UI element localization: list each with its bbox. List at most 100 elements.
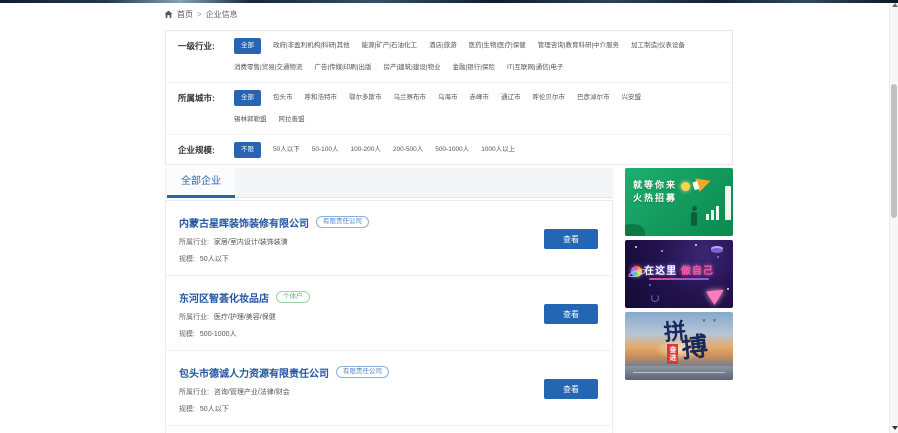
scroll-up-arrow[interactable] [892, 3, 898, 7]
bulb-icon [681, 182, 690, 191]
stars-decor [635, 246, 637, 248]
filter-label-city: 所属城市: [178, 90, 234, 128]
ufo-icon [711, 248, 723, 253]
filter-option[interactable]: 1000人以上 [481, 142, 515, 158]
filter-option[interactable]: 酒店|旅游 [429, 38, 457, 54]
filter-options-scale: 不限 50人以下 50-100人 100-200人 200-500人 500-1000人… [234, 142, 720, 158]
company-info: 内蒙古星晖装饰装修有限公司 有限责任公司 所属行业: 家居/室内设计/装饰装潢 … [179, 215, 544, 264]
red-seal-label: 奋进 [667, 344, 678, 364]
scale-value: 50人以下 [200, 256, 229, 263]
filter-option[interactable]: 加工制造|仪表设备 [631, 38, 685, 54]
company-scale-line: 规模: 500-1000人 [179, 329, 544, 339]
industry-value: 医疗/护理/美容/保健 [214, 314, 276, 321]
filter-option[interactable]: 呼和浩特市 [305, 90, 338, 106]
company-type-badge: 有限责任公司 [336, 366, 389, 378]
plant-shape [625, 224, 645, 236]
filter-option[interactable]: 赤峰市 [470, 90, 490, 106]
filter-option[interactable]: 乌海市 [438, 90, 458, 106]
industry-label: 所属行业: [179, 389, 209, 396]
filter-option[interactable]: 巴彦淖尔市 [577, 90, 610, 106]
company-industry-line: 所属行业: 咨询/管理产业/法律/财会 [179, 387, 544, 397]
filter-option[interactable]: 乌兰察布市 [394, 90, 427, 106]
home-icon [164, 10, 173, 19]
view-company-button[interactable]: 查看 [544, 304, 598, 324]
person-figure [691, 212, 697, 226]
filter-option[interactable]: 鄂尔多斯市 [349, 90, 382, 106]
industry-label: 所属行业: [179, 314, 209, 321]
filter-option-selected[interactable]: 全部 [234, 38, 261, 54]
filter-option[interactable]: 100-200人 [350, 142, 380, 158]
company-row: 包头市德诚人力资源有限责任公司 有限责任公司 所属行业: 咨询/管理产业/法律/… [166, 351, 612, 426]
banner-rail: 就等你来 火热招募 在这里 做自己 拼 [625, 168, 733, 384]
filter-option[interactable]: 锡林郭勒盟 [234, 112, 267, 128]
industry-value: 咨询/管理产业/法律/财会 [214, 389, 290, 396]
company-industry-line: 所属行业: 家居/室内设计/装饰装潢 [179, 237, 544, 247]
filter-option[interactable]: 500-1000人 [435, 142, 469, 158]
company-type-badge: 有限责任公司 [316, 216, 369, 228]
filter-option[interactable]: 50-100人 [312, 142, 339, 158]
company-type-badge: 个体户 [276, 291, 310, 303]
filter-option[interactable]: 阿拉善盟 [279, 112, 305, 128]
scale-label: 规模: [179, 256, 195, 263]
scale-value: 50人以下 [200, 406, 229, 413]
filter-option[interactable]: 200-500人 [393, 142, 423, 158]
filter-option[interactable]: 50人以下 [273, 142, 300, 158]
company-info: 东河区智荟化妆品店 个体户 所属行业: 医疗/护理/美容/保健 规模: 500-… [179, 290, 544, 339]
tab-all-companies[interactable]: 全部企业 [167, 168, 235, 198]
page: 首页 > 企业信息 一级行业: 全部 政府|非盈利机构|科研|其他能源|矿产|石… [0, 0, 898, 433]
filter-option-selected[interactable]: 不限 [234, 142, 261, 158]
company-row: 东河区智荟化妆品店 个体户 所属行业: 医疗/护理/美容/保健 规模: 500-… [166, 276, 612, 351]
view-company-button[interactable]: 查看 [544, 229, 598, 249]
filter-row-industry: 一级行业: 全部 政府|非盈利机构|科研|其他能源|矿产|石油化工酒店|旅游医药… [166, 31, 732, 83]
company-name-link[interactable]: 内蒙古星晖装饰装修有限公司 [179, 215, 309, 230]
company-row: 内蒙古星晖装饰装修有限公司 有限责任公司 所属行业: 家居/室内设计/装饰装潢 … [166, 201, 612, 276]
chart-bars-icon [706, 206, 719, 220]
megaphone-icon [695, 174, 713, 192]
banner-recruitment[interactable]: 就等你来 火热招募 [625, 168, 733, 236]
filter-option[interactable]: 房产|建筑|建设|物业 [383, 60, 440, 76]
filter-option[interactable]: 呼伦贝尔市 [533, 90, 566, 106]
company-info: 包头市德诚人力资源有限责任公司 有限责任公司 所属行业: 咨询/管理产业/法律/… [179, 365, 544, 414]
scroll-thumb[interactable] [891, 84, 897, 218]
scroll-down-arrow[interactable] [892, 426, 898, 430]
industry-label: 所属行业: [179, 239, 209, 246]
top-cropped-banner [0, 0, 898, 3]
company-name-link[interactable]: 东河区智荟化妆品店 [179, 290, 269, 305]
filter-option[interactable]: 通辽市 [501, 90, 521, 106]
company-industry-line: 所属行业: 医疗/护理/美容/保健 [179, 312, 544, 322]
banner-striving[interactable]: 拼 搏 奋进 v v [625, 312, 733, 380]
filter-option[interactable]: IT|互联网|通信|电子 [507, 60, 563, 76]
filter-option[interactable]: 金融|银行|保险 [453, 60, 495, 76]
filter-option[interactable]: 广告|传媒|印刷|出版 [314, 60, 371, 76]
view-company-button[interactable]: 查看 [544, 379, 598, 399]
breadcrumb-separator: > [197, 10, 202, 19]
company-scale-line: 规模: 50人以下 [179, 404, 544, 414]
banner-recruitment-text: 就等你来 火热招募 [633, 179, 677, 205]
industry-value: 家居/室内设计/装饰装潢 [214, 239, 288, 246]
filter-option[interactable]: 包头市 [273, 90, 293, 106]
filter-option[interactable]: 兴安盟 [622, 90, 642, 106]
filter-options-city: 全部 包头市呼和浩特市鄂尔多斯市乌兰察布市乌海市赤峰市通辽市呼伦贝尔市巴彦淖尔市… [234, 90, 720, 128]
galaxy-swirl-icon [651, 294, 659, 302]
company-scale-line: 规模: 50人以下 [179, 254, 544, 264]
banner-be-yourself[interactable]: 在这里 做自己 [625, 240, 733, 308]
filter-option[interactable]: 政府|非盈利机构|科研|其他 [273, 38, 350, 54]
filter-option[interactable]: 能源|矿产|石油化工 [362, 38, 417, 54]
company-name-link[interactable]: 包头市德诚人力资源有限责任公司 [179, 365, 329, 380]
filter-option[interactable]: 管理咨询|教育科研|中介服务 [538, 38, 619, 54]
filter-option-selected[interactable]: 全部 [234, 90, 261, 106]
scale-value: 500-1000人 [200, 331, 237, 338]
filter-option[interactable]: 医药|生物|医疗|保健 [469, 38, 526, 54]
filter-label-scale: 企业规模: [178, 142, 234, 158]
scrollbar[interactable] [889, 0, 898, 433]
filter-row-scale: 企业规模: 不限 50人以下 50-100人 100-200人 200-500人 500… [166, 135, 732, 164]
filter-panel: 一级行业: 全部 政府|非盈利机构|科研|其他能源|矿产|石油化工酒店|旅游医药… [165, 30, 733, 165]
filter-option[interactable]: 消费零售|贸易|交通物流 [234, 60, 302, 76]
bridge-road [625, 366, 733, 380]
breadcrumb-home-link[interactable]: 首页 [177, 9, 193, 20]
rainbow-planet-icon [631, 266, 642, 277]
breadcrumb-current: 企业信息 [206, 9, 238, 20]
filter-row-city: 所属城市: 全部 包头市呼和浩特市鄂尔多斯市乌兰察布市乌海市赤峰市通辽市呼伦贝尔… [166, 83, 732, 135]
filter-options-industry: 全部 政府|非盈利机构|科研|其他能源|矿产|石油化工酒店|旅游医药|生物|医疗… [234, 38, 720, 76]
filter-label-industry: 一级行业: [178, 38, 234, 76]
